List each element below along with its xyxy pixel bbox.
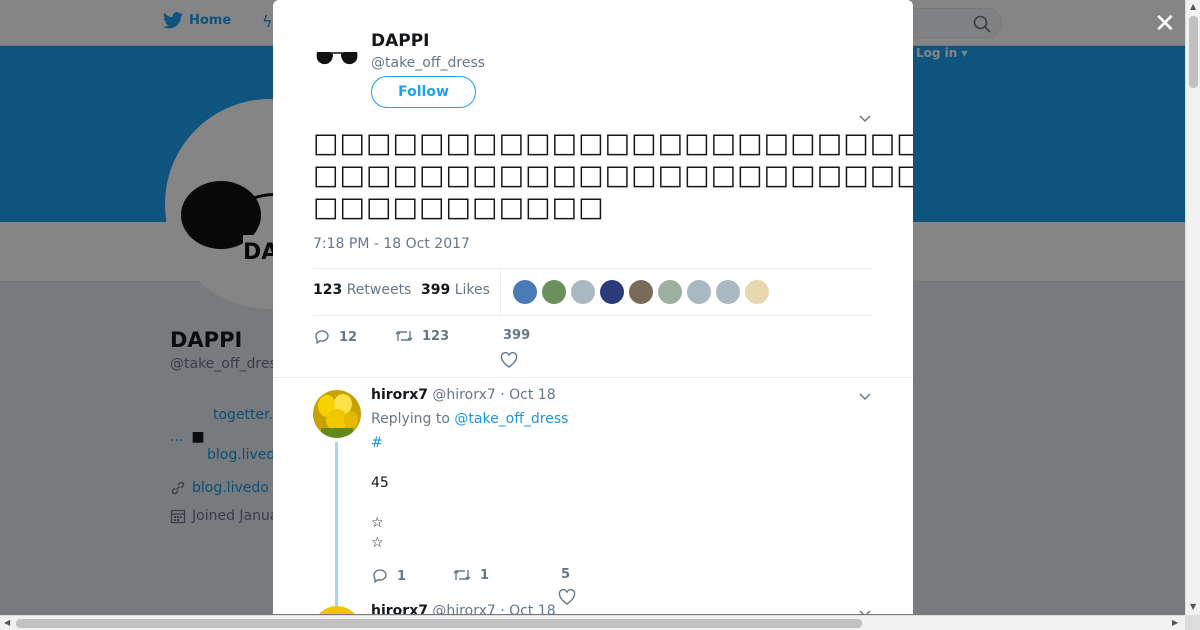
reply-avatar[interactable] [313, 390, 361, 438]
liker-avatar[interactable] [571, 280, 595, 304]
replying-to-prefix: Replying to [371, 411, 450, 427]
thread-connector [335, 442, 338, 614]
sunglasses-avatar-icon [316, 52, 358, 65]
follow-button[interactable]: Follow [371, 76, 476, 108]
reply-count: 12 [339, 329, 358, 345]
tweet-stats: 123 Retweets 399 Likes [313, 268, 873, 316]
likes-count: 399 [421, 282, 451, 298]
horizontal-scroll-thumb[interactable] [16, 619, 862, 628]
reply-reply-button[interactable]: 1 [371, 567, 406, 585]
reply-like-count: 5 [561, 567, 571, 582]
retweet-icon [453, 570, 471, 580]
scroll-up-arrow-icon[interactable]: ▲ [1190, 3, 1196, 11]
tweet-options-chevron-down-icon[interactable] [859, 112, 871, 126]
likes-label: Likes [454, 282, 490, 298]
tulip-avatar-image [313, 390, 361, 438]
tweet-text-line: □□□□□□□□□□□□□□□□□□□□□□□□□□□□□□□□□□□□□□□□… [313, 128, 913, 159]
horizontal-scrollbar[interactable]: ◀ ▶ [0, 615, 1185, 630]
reply2-avatar[interactable] [313, 606, 361, 614]
reply-text-star: ☆ [371, 515, 384, 531]
tweet-modal: DAPPI @take_off_dress Follow □□□□□□□□□□□… [273, 0, 913, 614]
scroll-right-arrow-icon[interactable]: ▶ [1172, 619, 1178, 627]
reply-reply-count: 1 [397, 568, 407, 584]
liker-avatar[interactable] [629, 280, 653, 304]
stats-divider [500, 269, 501, 315]
scroll-left-arrow-icon[interactable]: ◀ [4, 619, 10, 627]
replying-to: Replying to @take_off_dress [371, 411, 568, 427]
liker-avatar[interactable] [687, 280, 711, 304]
reply-icon [373, 569, 387, 584]
reply2-separator: · [500, 603, 505, 614]
like-button[interactable] [500, 352, 518, 368]
reply-separator: · [500, 387, 505, 403]
reply-hashtag[interactable]: # [371, 435, 383, 451]
reply2-options-chevron-down-icon[interactable] [859, 607, 871, 614]
liker-avatar[interactable] [600, 280, 624, 304]
replying-to-link[interactable]: @take_off_dress [454, 411, 568, 427]
liker-avatar[interactable] [716, 280, 740, 304]
liker-avatars [513, 280, 769, 304]
reply-header: hirorx7 @hirorx7 · Oct 18 [371, 387, 556, 403]
tweet-timestamp[interactable]: 7:18 PM - 18 Oct 2017 [313, 236, 470, 252]
reply-text-number: 45 [371, 475, 389, 491]
close-icon[interactable]: ✕ [1154, 11, 1176, 37]
scrollbar-corner [1185, 615, 1200, 630]
liker-avatar[interactable] [542, 280, 566, 304]
retweets-count: 123 [313, 282, 343, 298]
modal-divider [273, 377, 913, 378]
tweet-text-line: □□□□□□□□□□□ [313, 192, 605, 223]
likes-stat[interactable]: 399 Likes [421, 282, 490, 298]
reply2-date[interactable]: Oct 18 [509, 603, 555, 614]
retweet-button[interactable]: 123 [394, 328, 449, 344]
reply-date[interactable]: Oct 18 [509, 387, 555, 403]
author-name[interactable]: DAPPI [371, 31, 430, 51]
reply-retweet-count: 1 [480, 567, 490, 583]
scroll-down-arrow-icon[interactable]: ▼ [1190, 603, 1196, 611]
heart-icon [558, 589, 576, 605]
reply-icon [315, 330, 329, 345]
reply-author-name[interactable]: hirorx7 [371, 387, 428, 403]
author-handle[interactable]: @take_off_dress [371, 55, 485, 71]
author-avatar[interactable] [313, 32, 361, 80]
reply-button[interactable]: 12 [313, 328, 357, 346]
heart-icon [500, 352, 518, 368]
retweet-count: 123 [422, 328, 450, 344]
reply-options-chevron-down-icon[interactable] [859, 390, 871, 404]
reply-text-star: ☆ [371, 535, 384, 551]
like-count-label: 399 [503, 328, 531, 343]
reply2-author-handle[interactable]: @hirorx7 [432, 603, 495, 614]
retweet-icon [395, 331, 413, 341]
liker-avatar[interactable] [513, 280, 537, 304]
retweets-label: Retweets [346, 282, 412, 298]
tweet-text: □□□□□□□□□□□□□□□□□□□□□□□□ □□□□□□□□□□□□□□□□… [313, 128, 913, 224]
reply2-header: hirorx7 @hirorx7 · Oct 18 [371, 603, 556, 614]
reply-author-handle[interactable]: @hirorx7 [432, 387, 495, 403]
vertical-scrollbar[interactable]: ▲ ▼ [1185, 0, 1200, 615]
reply-like-button[interactable] [558, 589, 576, 605]
liker-avatar[interactable] [658, 280, 682, 304]
reply2-author-name[interactable]: hirorx7 [371, 603, 428, 614]
vertical-scroll-thumb[interactable] [1189, 16, 1198, 88]
retweets-stat[interactable]: 123 Retweets [313, 282, 411, 298]
liker-avatar[interactable] [745, 280, 769, 304]
reply-retweet-button[interactable]: 1 [452, 567, 489, 583]
tweet-text-line: □□□□□□□□□□□□□□□□□□□□□□□□□□ [313, 160, 913, 191]
